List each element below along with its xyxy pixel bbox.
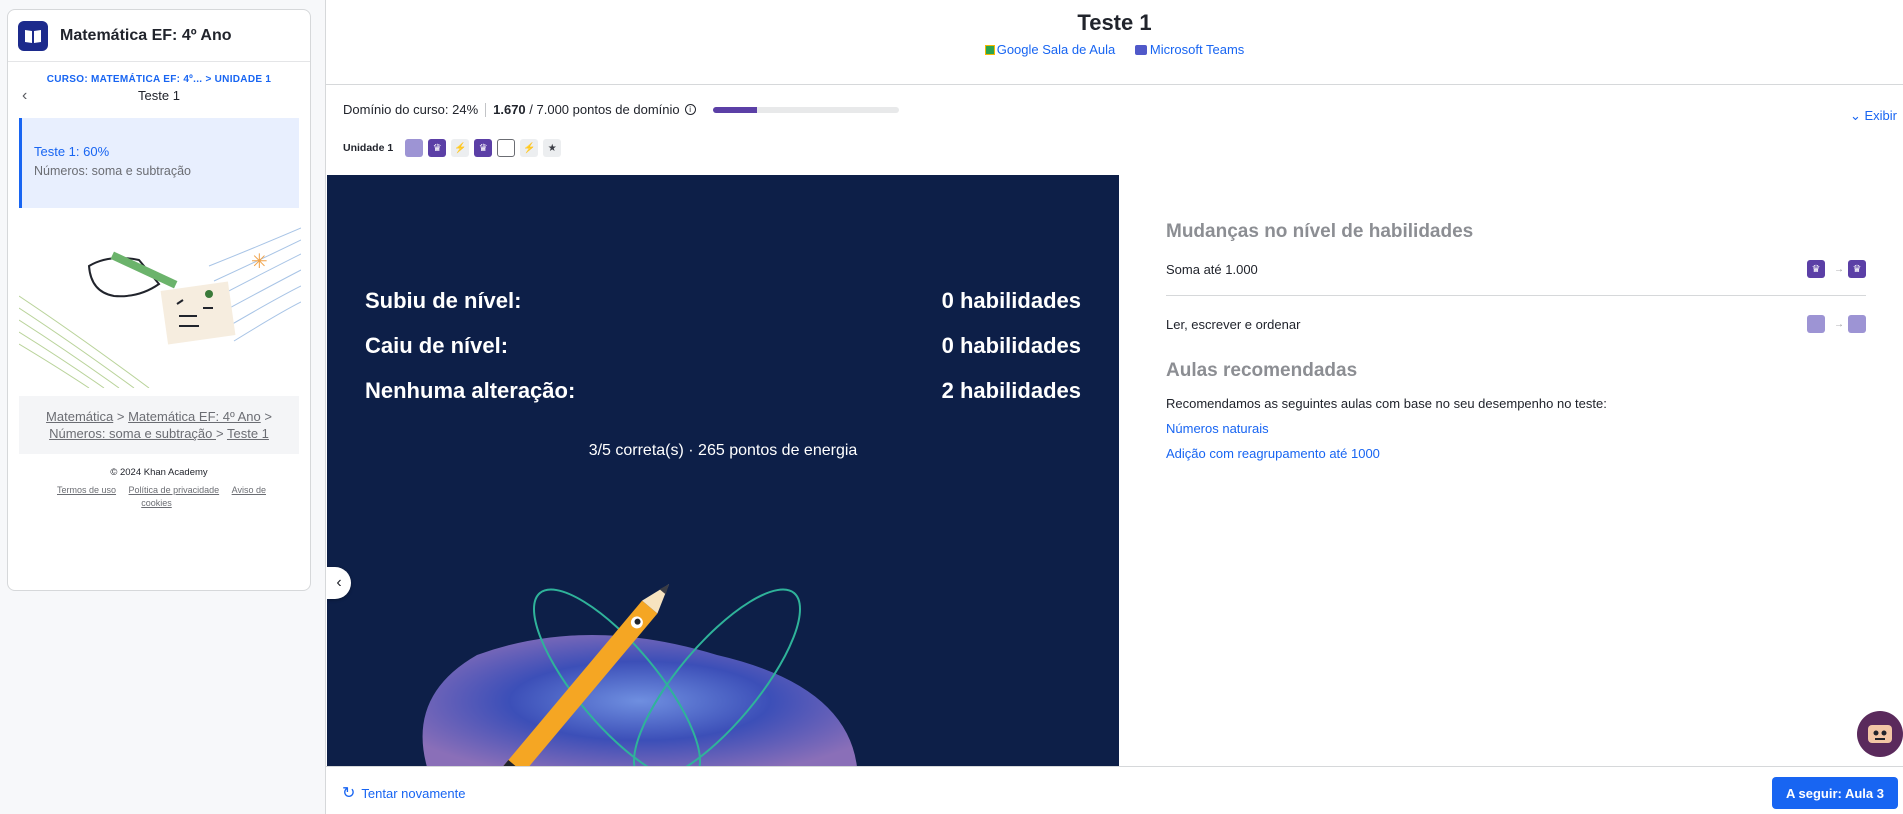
skill-attempted-icon[interactable]	[497, 139, 516, 157]
chevron-left-icon: ‹	[336, 574, 342, 591]
no-change-row: Nenhuma alteração: 2 habilidades	[365, 378, 1081, 404]
stat-value: 0 habilidades	[941, 288, 1081, 313]
breadcrumb-link[interactable]: Matemática	[46, 409, 113, 424]
skill-familiar-icon	[1848, 315, 1866, 333]
sidebar-item-title: Teste 1: 60%	[34, 144, 110, 159]
breadcrumb-separator: >	[264, 409, 272, 424]
mastery-label: Domínio do curso: 24%	[343, 102, 479, 117]
header: Teste 1 Google Sala de Aula Microsoft Te…	[326, 0, 1903, 85]
share-row: Google Sala de Aula Microsoft Teams	[326, 42, 1903, 57]
microsoft-teams-button[interactable]: Microsoft Teams	[1134, 42, 1245, 57]
breadcrumb-link[interactable]: Números: soma e subtração	[49, 426, 216, 441]
breadcrumb-separator: >	[216, 426, 224, 441]
course-breadcrumb[interactable]: CURSO: MATEMÁTICA EF: 4º... > UNIDADE 1	[8, 74, 310, 85]
leveled-up-row: Subiu de nível: 0 habilidades	[365, 288, 1081, 314]
expand-label: Exibir	[1864, 108, 1897, 123]
main-content: Teste 1 Google Sala de Aula Microsoft Te…	[325, 0, 1903, 814]
copyright: © 2024 Khan Academy	[110, 467, 208, 478]
breadcrumb: Matemática > Matemática EF: 4º Ano > Núm…	[19, 396, 299, 454]
privacy-link[interactable]: Política de privacidade	[129, 485, 220, 495]
stat-value: 0 habilidades	[941, 333, 1081, 358]
course-mastery: Domínio do curso: 24% 1.670 / 7.000 pont…	[343, 102, 899, 117]
arrow-right-icon: →	[1834, 263, 1844, 275]
skill-mastered-crown-icon: ♛	[1848, 260, 1866, 278]
unit-label: Unidade 1	[343, 142, 394, 154]
results-details: Mudanças no nível de habilidades Soma at…	[1166, 175, 1866, 461]
course-header[interactable]: Matemática EF: 4º Ano	[8, 10, 310, 62]
breadcrumb-link[interactable]: Matemática EF: 4º Ano	[128, 409, 261, 424]
skill-changes-list: Soma até 1.000 ♛ → ♛ Ler, escrever e orden…	[1166, 255, 1866, 338]
recommended-title: Aulas recomendadas	[1166, 360, 1358, 381]
leveled-down-row: Caiu de nível: 0 habilidades	[365, 333, 1081, 359]
sidebar: Matemática EF: 4º Ano ‹ CURSO: MATEMÁTIC…	[7, 9, 311, 591]
skill-change-indicator: ♛ → ♛	[1807, 260, 1866, 278]
sidebar-item-subtitle: Números: soma e subtração	[34, 164, 192, 178]
skill-mastered-crown-icon[interactable]: ♛	[474, 139, 493, 157]
unit-test-star-icon[interactable]: ★	[543, 139, 562, 157]
google-classroom-label: Google Sala de Aula	[996, 42, 1116, 57]
quiz-illustration: ✳	[18, 226, 302, 389]
sidebar-item-teste-1[interactable]: Teste 1: 60% Números: soma e subtração	[19, 118, 299, 208]
recommended-text: Recomendamos as seguintes aulas com base…	[1166, 396, 1607, 411]
course-title: Matemática EF: 4º Ano	[60, 26, 232, 44]
planet-pencil-illustration	[422, 584, 857, 767]
chevron-down-icon: ⌄	[1849, 108, 1865, 123]
google-classroom-icon	[984, 45, 995, 55]
book-icon	[18, 20, 48, 51]
divider	[485, 102, 487, 117]
skill-mastered-crown-icon: ♛	[1807, 260, 1825, 278]
google-classroom-button[interactable]: Google Sala de Aula	[984, 42, 1116, 57]
stat-value: 2 habilidades	[941, 378, 1081, 403]
collapse-panel-button[interactable]: ‹	[327, 567, 351, 599]
skill-change-indicator: →	[1807, 315, 1866, 333]
arrow-right-icon: →	[1834, 318, 1844, 330]
microsoft-teams-label: Microsoft Teams	[1149, 42, 1245, 57]
expand-button[interactable]: ⌄ Exibir	[1850, 108, 1897, 124]
retry-button[interactable]: ↻ Tentar novamente	[342, 783, 465, 803]
avatar[interactable]	[1857, 711, 1903, 757]
chevron-left-icon[interactable]: ‹	[22, 87, 27, 105]
unit-row: Unidade 1 ♛ ⚡ ♛ ⚡ ★	[343, 139, 566, 157]
bottom-bar: ↻ Tentar novamente A seguir: Aula 3	[326, 766, 1903, 814]
mastery-total: / 7.000 pontos de domínio	[525, 102, 680, 117]
results-panel: Subiu de nível: 0 habilidades Caiu de ní…	[327, 175, 1119, 767]
terms-link[interactable]: Termos de uso	[57, 485, 116, 495]
page-title: Teste 1	[1077, 10, 1152, 35]
footer-links: Termos de uso Política de privacidade Av…	[8, 484, 310, 510]
quiz-lightning-icon[interactable]: ⚡	[451, 139, 470, 157]
quiz-lightning-icon[interactable]: ⚡	[520, 139, 539, 157]
stat-label: Caiu de nível:	[365, 333, 509, 358]
mastery-points: 1.670	[493, 102, 526, 117]
breadcrumb-separator: >	[116, 409, 125, 424]
divider	[1166, 295, 1866, 296]
recommended-lesson-link[interactable]: Números naturais	[1166, 421, 1866, 436]
stat-label: Subiu de nível:	[365, 288, 522, 313]
skill-name: Soma até 1.000	[1166, 261, 1258, 277]
skill-familiar-icon[interactable]	[405, 139, 424, 157]
mastery-progress-fill	[712, 106, 758, 113]
nav-title: Teste 1	[138, 88, 180, 103]
results-summary: 3/5 correta(s) · 265 pontos de energia	[588, 442, 858, 459]
skill-changes-title: Mudanças no nível de habilidades	[1166, 221, 1474, 242]
microsoft-teams-icon	[1134, 45, 1147, 55]
skill-mastered-crown-icon[interactable]: ♛	[428, 139, 447, 157]
svg-text:✳: ✳	[251, 249, 268, 273]
refresh-icon: ↻	[342, 785, 356, 802]
stat-label: Nenhuma alteração:	[365, 378, 576, 403]
retry-label: Tentar novamente	[361, 785, 466, 801]
skill-familiar-icon	[1807, 315, 1825, 333]
info-icon[interactable]: i	[684, 104, 696, 115]
next-lesson-button[interactable]: A seguir: Aula 3	[1771, 777, 1898, 809]
recommended-lesson-link[interactable]: Adição com reagrupamento até 1000	[1166, 446, 1866, 461]
list-item: Ler, escrever e ordenar →	[1166, 310, 1866, 338]
breadcrumb-link[interactable]: Teste 1	[227, 426, 269, 441]
mastery-progress-bar	[712, 106, 899, 113]
skill-name: Ler, escrever e ordenar	[1166, 316, 1301, 332]
list-item: Soma até 1.000 ♛ → ♛	[1166, 255, 1866, 283]
lesson-nav: ‹ CURSO: MATEMÁTICA EF: 4º... > UNIDADE …	[8, 62, 310, 114]
